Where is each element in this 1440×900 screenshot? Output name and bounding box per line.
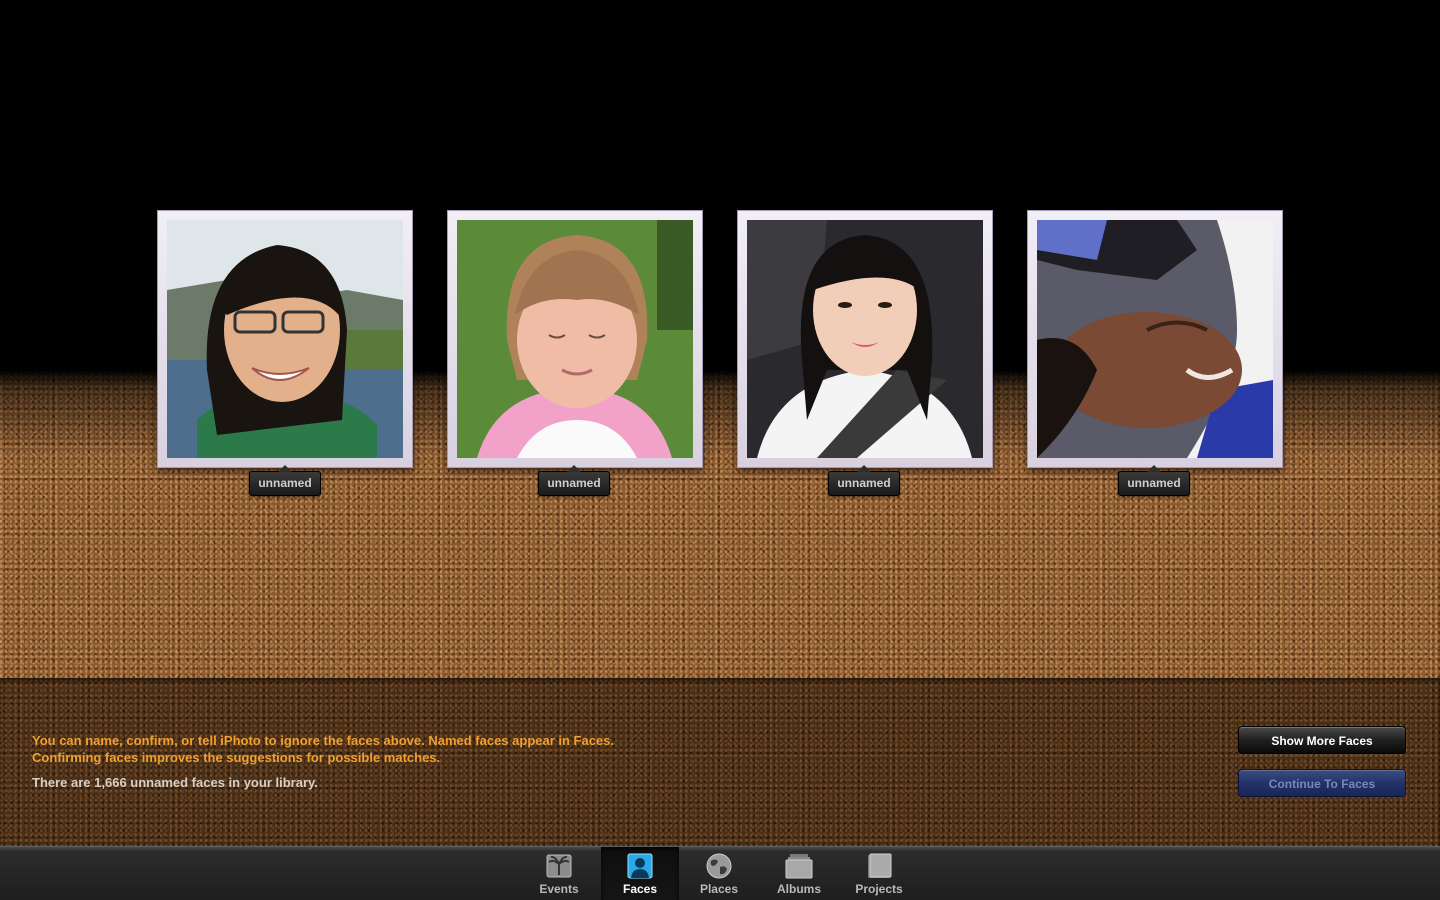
iphoto-window: unnamed unnamed unnamed unnamed You can … [0, 0, 1440, 900]
toolbar-label-albums: Albums [776, 882, 821, 896]
toolbar-item-places[interactable]: Places [680, 847, 758, 900]
info-message-line-1: You can name, confirm, or tell iPhoto to… [32, 733, 615, 748]
show-more-faces-button[interactable]: Show More Faces [1238, 726, 1406, 754]
toolbar-item-events[interactable]: Events [520, 847, 598, 900]
bottom-toolbar: Events Faces Places Albums Projects [0, 846, 1440, 900]
info-message-line-2: Confirming faces improves the suggestion… [32, 750, 441, 765]
face-photo-3 [747, 220, 983, 458]
toolbar-item-albums[interactable]: Albums [760, 847, 838, 900]
face-name-field-4[interactable]: unnamed [1118, 465, 1190, 496]
face-name-field-2[interactable]: unnamed [538, 465, 610, 496]
toolbar-item-faces[interactable]: Faces [601, 847, 679, 900]
globe-icon [706, 853, 732, 879]
face-card-2[interactable] [447, 210, 703, 468]
toolbar-label-projects: Projects [855, 882, 903, 896]
toolbar-label-events: Events [539, 882, 579, 896]
face-card-1[interactable] [157, 210, 413, 468]
book-icon [868, 853, 892, 878]
face-photo-4 [1037, 220, 1273, 458]
face-name-field-1[interactable]: unnamed [249, 465, 321, 496]
toolbar-label-places: Places [699, 882, 739, 896]
album-stack-icon [785, 854, 813, 879]
face-card-4[interactable] [1027, 210, 1283, 468]
face-photo-1 [167, 220, 403, 458]
toolbar-label-faces: Faces [622, 882, 658, 896]
person-portrait-icon [627, 853, 653, 879]
unnamed-faces-count: There are 1,666 unnamed faces in your li… [32, 775, 318, 790]
continue-to-faces-button[interactable]: Continue To Faces [1238, 769, 1406, 797]
toolbar-item-projects[interactable]: Projects [840, 847, 918, 900]
face-photo-2 [457, 220, 693, 458]
face-name-field-3[interactable]: unnamed [828, 465, 900, 496]
palm-tree-icon [546, 854, 572, 878]
face-card-3[interactable] [737, 210, 993, 468]
